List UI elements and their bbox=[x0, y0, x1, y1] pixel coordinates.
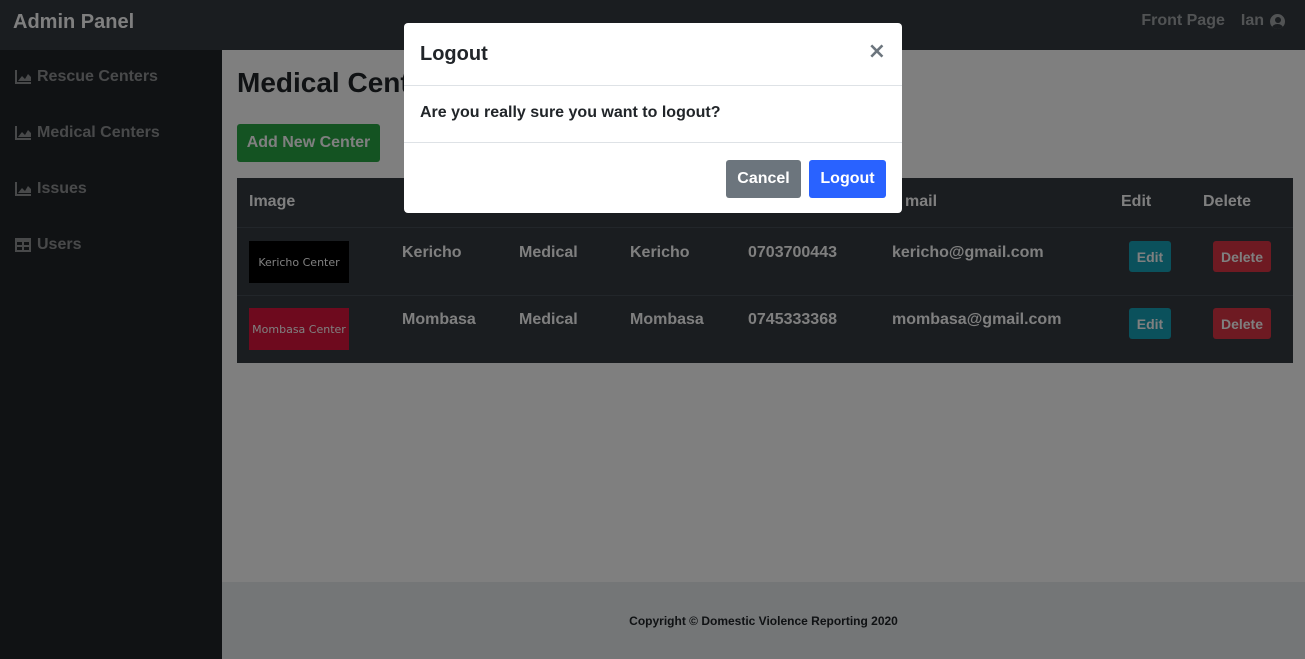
logout-modal: Logout × Are you really sure you want to… bbox=[404, 23, 902, 213]
modal-footer: Cancel Logout bbox=[404, 142, 902, 213]
modal-header: Logout × bbox=[404, 23, 902, 86]
modal-body-text: Are you really sure you want to logout? bbox=[420, 104, 721, 121]
logout-button[interactable]: Logout bbox=[809, 160, 886, 198]
modal-title: Logout bbox=[420, 43, 488, 65]
close-icon[interactable]: × bbox=[868, 39, 886, 64]
cancel-button[interactable]: Cancel bbox=[726, 160, 801, 198]
